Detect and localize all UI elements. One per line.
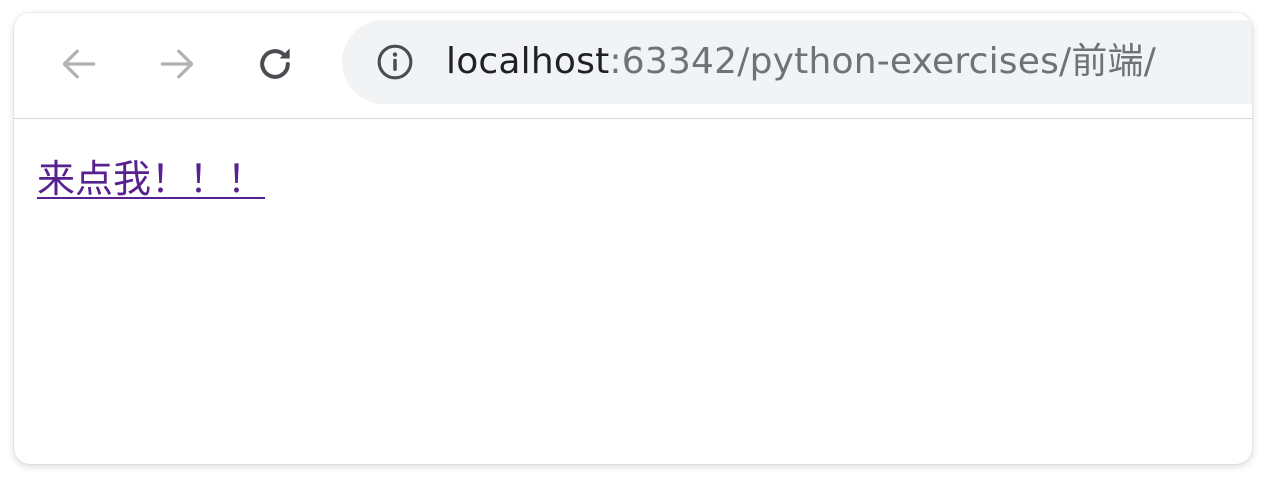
browser-window: localhost:63342/python-exercises/前端/ 来点我… [14, 13, 1252, 464]
forward-button[interactable] [150, 37, 204, 91]
arrow-left-icon [62, 49, 96, 79]
back-button[interactable] [52, 37, 106, 91]
page-content: 来点我！！！ [14, 119, 1252, 464]
info-icon[interactable] [376, 43, 414, 81]
url-host: localhost [446, 41, 610, 82]
reload-icon [260, 48, 290, 79]
click-me-link[interactable]: 来点我！！！ [37, 155, 265, 203]
url-text[interactable]: localhost:63342/python-exercises/前端/ [446, 20, 1156, 104]
browser-toolbar: localhost:63342/python-exercises/前端/ [14, 13, 1252, 119]
url-path: :63342/python-exercises/前端/ [609, 41, 1157, 82]
address-bar[interactable]: localhost:63342/python-exercises/前端/ [342, 20, 1252, 104]
arrow-right-icon [160, 49, 194, 79]
reload-button[interactable] [248, 37, 302, 91]
